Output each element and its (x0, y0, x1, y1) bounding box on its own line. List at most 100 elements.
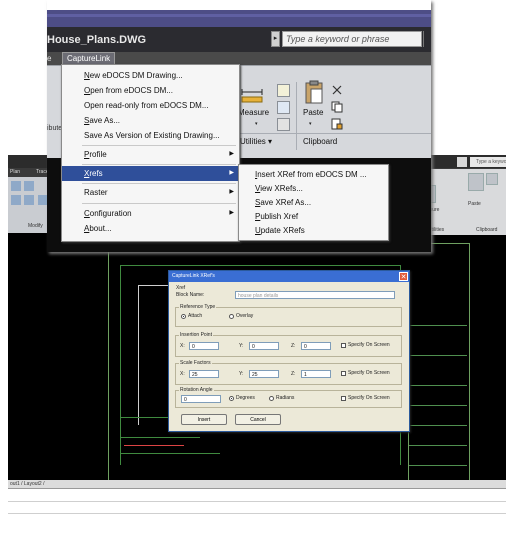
title-block-line (409, 445, 467, 446)
menu-item-label: Save As Version of Existing Drawing... (84, 131, 220, 140)
screenshot-top-margin (47, 0, 431, 10)
submenu-arrow-icon: ▶ (229, 170, 234, 176)
close-icon[interactable]: ✕ (399, 272, 408, 281)
menu-item-about[interactable]: About... (62, 221, 239, 236)
submenu-item-update-xrefs[interactable]: Update XRefs (239, 223, 388, 238)
menu-item-label: nsert XRef from eDOCS DM ... (257, 170, 367, 179)
calculator-icon[interactable] (277, 118, 290, 131)
search-input[interactable]: Type a keyword or phrase (282, 31, 422, 47)
submenu-item-view-xrefs[interactable]: View XRefs... (239, 181, 388, 196)
cut-icon[interactable] (331, 84, 343, 96)
menu-item-label: refs (89, 169, 103, 178)
insertion-specify-checkbox[interactable] (341, 343, 346, 348)
paste-label[interactable]: Paste (303, 108, 323, 117)
scale-z-label: Z: (291, 371, 296, 377)
insertion-y-input[interactable]: 0 (249, 342, 279, 350)
menu-item-new-drawing[interactable]: New eDOCS DM Drawing... (62, 68, 239, 83)
background-clipboard-label: Clipboard (476, 227, 498, 233)
insertion-x-input[interactable]: 0 (189, 342, 219, 350)
menu-item-configuration[interactable]: Configuration ▶ (62, 206, 239, 221)
block-name-label: Block Name: (176, 292, 205, 298)
menu-item-open[interactable]: Open from eDOCS DM... (62, 83, 239, 98)
menu-item-label: pen from eDOCS DM... (90, 86, 173, 95)
title-block-line (409, 465, 467, 466)
measure-icon[interactable] (240, 88, 264, 104)
menu-item-profile[interactable]: Profile ▶ (62, 147, 239, 162)
block-name-input[interactable]: house plan details (235, 291, 395, 299)
scale-x-label: X: (180, 371, 185, 377)
insert-button[interactable]: Insert (181, 414, 227, 425)
background-tool-icon[interactable] (11, 195, 21, 205)
menu-item-open-read-only[interactable]: Open read-only from eDOCS DM... (62, 98, 239, 113)
match-properties-icon[interactable] (331, 118, 343, 130)
title-block-line (409, 385, 467, 386)
utilities-panel-label[interactable]: Utilities ▾ (240, 137, 272, 146)
rotation-specify-label: Specify On Screen (348, 395, 390, 401)
menu-item-label: pdate XRefs (260, 226, 305, 235)
overlay-radio[interactable] (229, 314, 234, 319)
submenu-item-save-xref-as[interactable]: Save XRef As... (239, 195, 388, 210)
scale-factors-label: Scale Factors (179, 360, 212, 366)
scale-x-input[interactable]: 25 (189, 370, 219, 378)
submenu-item-insert-xref[interactable]: Insert XRef from eDOCS DM ... (239, 167, 388, 182)
command-line-row (8, 513, 506, 514)
insertion-x-label: X: (180, 343, 185, 349)
foreground-autocad-window: House_Plans.DWG ▸ Type a keyword or phra… (47, 0, 431, 252)
degrees-radio[interactable] (229, 396, 234, 401)
layout-tabs-bar[interactable]: out1 / Layout2 / (8, 480, 506, 488)
background-tool-icon[interactable] (24, 181, 34, 191)
menu-separator (82, 145, 236, 146)
attach-radio[interactable] (181, 314, 186, 319)
scale-specify-checkbox[interactable] (341, 371, 346, 376)
background-tab-plan[interactable]: Plan (10, 169, 20, 175)
menu-item-label: ublish Xref (260, 212, 299, 221)
background-modify-label: Modify (28, 223, 43, 229)
measure-label[interactable]: Measure (238, 108, 269, 117)
menu-item-save-as[interactable]: Save As... (62, 113, 239, 128)
submenu-item-publish-xref[interactable]: Publish Xref (239, 209, 388, 224)
ribbon-partial-label: ibute (47, 125, 63, 132)
scale-z-input[interactable]: 1 (301, 370, 331, 378)
title-block-line (409, 425, 467, 426)
background-search-arrow[interactable] (457, 157, 467, 167)
menu-separator (82, 164, 236, 165)
tab-partial[interactable]: e (47, 52, 51, 65)
background-search-input[interactable]: Type a keyword or phrase (470, 157, 506, 167)
rotation-angle-input[interactable]: 0 (181, 395, 221, 403)
drawing-title: House_Plans.DWG (47, 34, 147, 46)
submenu-arrow-icon: ▶ (229, 151, 234, 157)
background-tool-icon[interactable] (24, 195, 34, 205)
radians-radio-label: Radians (276, 395, 295, 401)
command-line-row (8, 501, 506, 502)
cancel-button[interactable]: Cancel (235, 414, 281, 425)
menu-item-xrefs[interactable]: Xrefs ▶ (62, 166, 239, 181)
insertion-y-label: Y: (239, 343, 244, 349)
menu-item-save-as-version[interactable]: Save As Version of Existing Drawing... (62, 128, 239, 143)
menu-item-label: Raster (84, 188, 108, 197)
radians-radio[interactable] (269, 396, 274, 401)
menu-item-label: rofile (89, 150, 107, 159)
quick-properties-icon[interactable] (277, 84, 290, 97)
menu-item-label: ave XRef As... (260, 198, 312, 207)
scale-y-input[interactable]: 25 (249, 370, 279, 378)
paste-dropdown-arrow[interactable]: ▾ (309, 121, 312, 127)
submenu-arrow-icon: ▶ (229, 189, 234, 195)
menu-item-raster[interactable]: Raster ▶ (62, 185, 239, 200)
drawing-line (120, 265, 400, 266)
insertion-z-input[interactable]: 0 (301, 342, 331, 350)
search-expand-button[interactable]: ▸ (271, 31, 280, 47)
search-button-edge[interactable] (423, 31, 430, 47)
title-block-line (409, 405, 467, 406)
command-line[interactable] (8, 488, 506, 527)
copy-icon[interactable] (331, 101, 343, 113)
select-objects-icon[interactable] (277, 101, 290, 114)
background-tool-icon[interactable] (11, 181, 21, 191)
paste-icon[interactable] (305, 80, 323, 104)
measure-dropdown-arrow[interactable]: ▾ (255, 121, 258, 127)
background-paste-icon[interactable] (468, 173, 484, 191)
rotation-specify-checkbox[interactable] (341, 396, 346, 401)
drawing-line (120, 265, 121, 465)
background-cut-icon[interactable] (486, 173, 498, 185)
menu-separator (82, 183, 236, 184)
xrefs-submenu: Insert XRef from eDOCS DM ... View XRefs… (238, 164, 389, 241)
